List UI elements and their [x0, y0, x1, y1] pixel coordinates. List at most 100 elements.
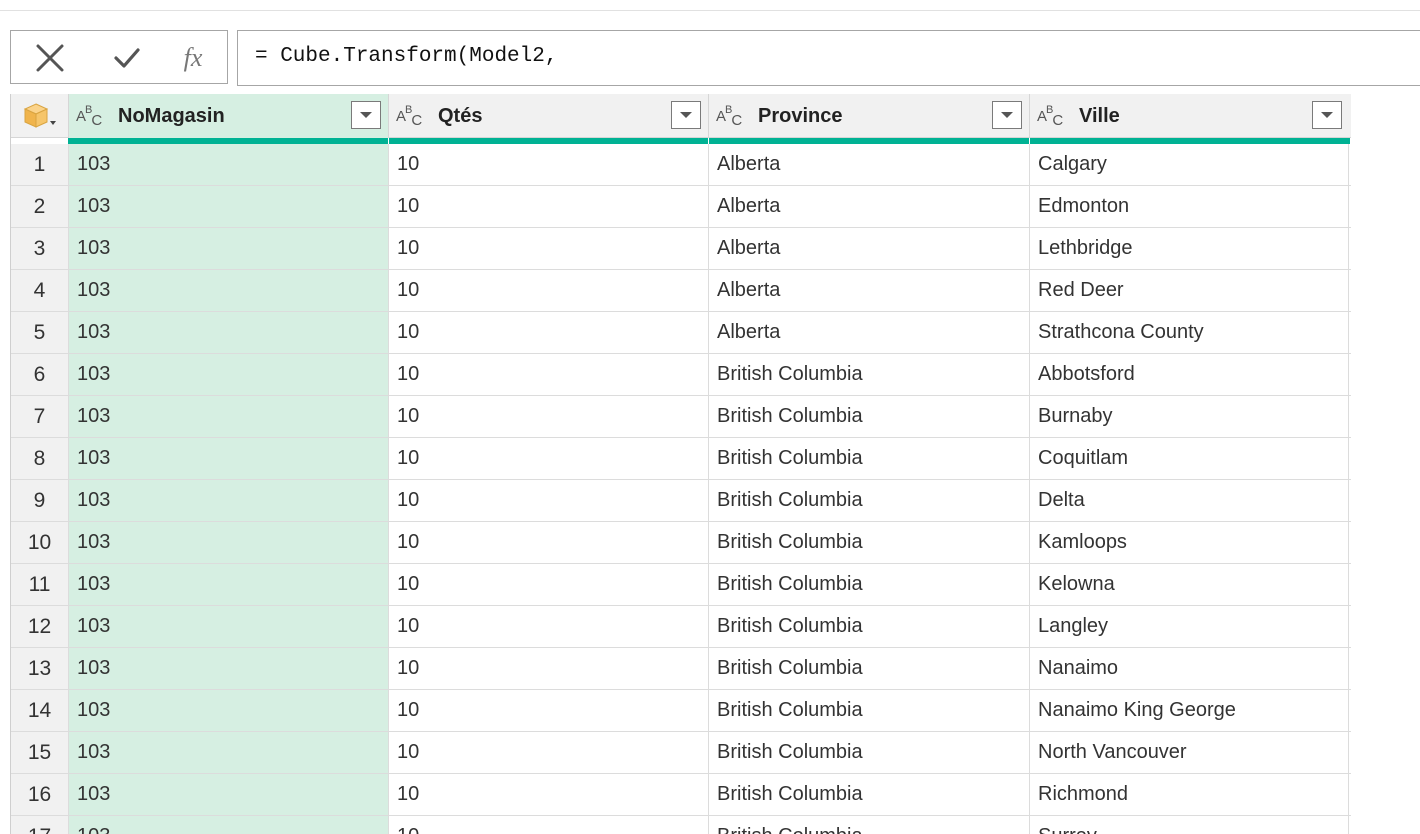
cell-qtes[interactable]: 10	[388, 732, 708, 773]
cell-ville[interactable]: Strathcona County	[1029, 312, 1349, 353]
cell-nomagasin[interactable]: 103	[68, 354, 388, 395]
row-number[interactable]: 12	[11, 606, 68, 647]
cell-province[interactable]: Alberta	[708, 228, 1029, 269]
row-number[interactable]: 1	[11, 144, 68, 185]
formula-input[interactable]: = Cube.Transform(Model2,	[237, 30, 1420, 86]
cell-ville[interactable]: Delta	[1029, 480, 1349, 521]
column-header-qtes[interactable]: ABC Qtés	[388, 94, 708, 138]
text-type-icon[interactable]: ABC	[76, 104, 102, 129]
cell-province[interactable]: British Columbia	[708, 774, 1029, 815]
text-type-icon[interactable]: ABC	[1037, 104, 1063, 129]
cell-ville[interactable]: Kelowna	[1029, 564, 1349, 605]
row-number[interactable]: 7	[11, 396, 68, 437]
cell-qtes[interactable]: 10	[388, 438, 708, 479]
column-header-ville[interactable]: ABC Ville	[1029, 94, 1349, 138]
cell-nomagasin[interactable]: 103	[68, 648, 388, 689]
cell-ville[interactable]: Edmonton	[1029, 186, 1349, 227]
cell-qtes[interactable]: 10	[388, 312, 708, 353]
cell-qtes[interactable]: 10	[388, 816, 708, 834]
row-number[interactable]: 3	[11, 228, 68, 269]
cell-province[interactable]: British Columbia	[708, 564, 1029, 605]
cell-qtes[interactable]: 10	[388, 564, 708, 605]
cell-qtes[interactable]: 10	[388, 144, 708, 185]
cell-qtes[interactable]: 10	[388, 270, 708, 311]
cell-province[interactable]: Alberta	[708, 186, 1029, 227]
cell-province[interactable]: British Columbia	[708, 690, 1029, 731]
checkmark-icon[interactable]	[108, 39, 146, 77]
row-number[interactable]: 4	[11, 270, 68, 311]
cell-province[interactable]: British Columbia	[708, 606, 1029, 647]
filter-dropdown-icon[interactable]	[671, 101, 701, 129]
cell-province[interactable]: British Columbia	[708, 522, 1029, 563]
text-type-icon[interactable]: ABC	[396, 104, 422, 129]
cell-qtes[interactable]: 10	[388, 480, 708, 521]
cell-nomagasin[interactable]: 103	[68, 438, 388, 479]
cell-ville[interactable]: Surrey	[1029, 816, 1349, 834]
row-number[interactable]: 9	[11, 480, 68, 521]
cell-qtes[interactable]: 10	[388, 354, 708, 395]
row-number[interactable]: 5	[11, 312, 68, 353]
cell-nomagasin[interactable]: 103	[68, 312, 388, 353]
cell-nomagasin[interactable]: 103	[68, 186, 388, 227]
cell-ville[interactable]: Richmond	[1029, 774, 1349, 815]
cell-province[interactable]: Alberta	[708, 312, 1029, 353]
cell-qtes[interactable]: 10	[388, 228, 708, 269]
row-number[interactable]: 14	[11, 690, 68, 731]
cell-nomagasin[interactable]: 103	[68, 606, 388, 647]
text-type-icon[interactable]: ABC	[716, 104, 742, 129]
cell-province[interactable]: British Columbia	[708, 438, 1029, 479]
row-number[interactable]: 16	[11, 774, 68, 815]
cell-ville[interactable]: North Vancouver	[1029, 732, 1349, 773]
cell-province[interactable]: British Columbia	[708, 354, 1029, 395]
cell-nomagasin[interactable]: 103	[68, 816, 388, 834]
cell-qtes[interactable]: 10	[388, 774, 708, 815]
row-number[interactable]: 2	[11, 186, 68, 227]
cell-qtes[interactable]: 10	[388, 606, 708, 647]
row-number[interactable]: 8	[11, 438, 68, 479]
cell-nomagasin[interactable]: 103	[68, 522, 388, 563]
cell-nomagasin[interactable]: 103	[68, 564, 388, 605]
row-number[interactable]: 13	[11, 648, 68, 689]
row-number[interactable]: 10	[11, 522, 68, 563]
cell-nomagasin[interactable]: 103	[68, 144, 388, 185]
filter-dropdown-icon[interactable]	[992, 101, 1022, 129]
fx-button[interactable]: fx	[174, 39, 212, 77]
cell-province[interactable]: British Columbia	[708, 396, 1029, 437]
cell-ville[interactable]: Nanaimo	[1029, 648, 1349, 689]
filter-dropdown-icon[interactable]	[1312, 101, 1342, 129]
cell-ville[interactable]: Kamloops	[1029, 522, 1349, 563]
close-x-icon[interactable]	[31, 39, 69, 77]
cell-ville[interactable]: Burnaby	[1029, 396, 1349, 437]
cell-nomagasin[interactable]: 103	[68, 732, 388, 773]
cell-ville[interactable]: Nanaimo King George	[1029, 690, 1349, 731]
column-header-nomagasin[interactable]: ABC NoMagasin	[68, 94, 388, 138]
cell-province[interactable]: Alberta	[708, 144, 1029, 185]
cell-nomagasin[interactable]: 103	[68, 396, 388, 437]
row-number[interactable]: 17	[11, 816, 68, 834]
table-cube-icon[interactable]	[11, 94, 68, 138]
cell-qtes[interactable]: 10	[388, 522, 708, 563]
column-header-province[interactable]: ABC Province	[708, 94, 1029, 138]
cell-province[interactable]: British Columbia	[708, 648, 1029, 689]
cell-qtes[interactable]: 10	[388, 186, 708, 227]
row-number[interactable]: 11	[11, 564, 68, 605]
cell-province[interactable]: British Columbia	[708, 732, 1029, 773]
cell-province[interactable]: Alberta	[708, 270, 1029, 311]
cell-nomagasin[interactable]: 103	[68, 774, 388, 815]
cell-qtes[interactable]: 10	[388, 648, 708, 689]
cell-nomagasin[interactable]: 103	[68, 270, 388, 311]
cell-province[interactable]: British Columbia	[708, 816, 1029, 834]
cell-ville[interactable]: Langley	[1029, 606, 1349, 647]
row-number[interactable]: 15	[11, 732, 68, 773]
cell-ville[interactable]: Abbotsford	[1029, 354, 1349, 395]
row-number[interactable]: 6	[11, 354, 68, 395]
cell-ville[interactable]: Coquitlam	[1029, 438, 1349, 479]
cell-qtes[interactable]: 10	[388, 690, 708, 731]
cell-nomagasin[interactable]: 103	[68, 228, 388, 269]
cell-ville[interactable]: Lethbridge	[1029, 228, 1349, 269]
cell-ville[interactable]: Calgary	[1029, 144, 1349, 185]
filter-dropdown-icon[interactable]	[351, 101, 381, 129]
cell-nomagasin[interactable]: 103	[68, 480, 388, 521]
cell-ville[interactable]: Red Deer	[1029, 270, 1349, 311]
cell-nomagasin[interactable]: 103	[68, 690, 388, 731]
